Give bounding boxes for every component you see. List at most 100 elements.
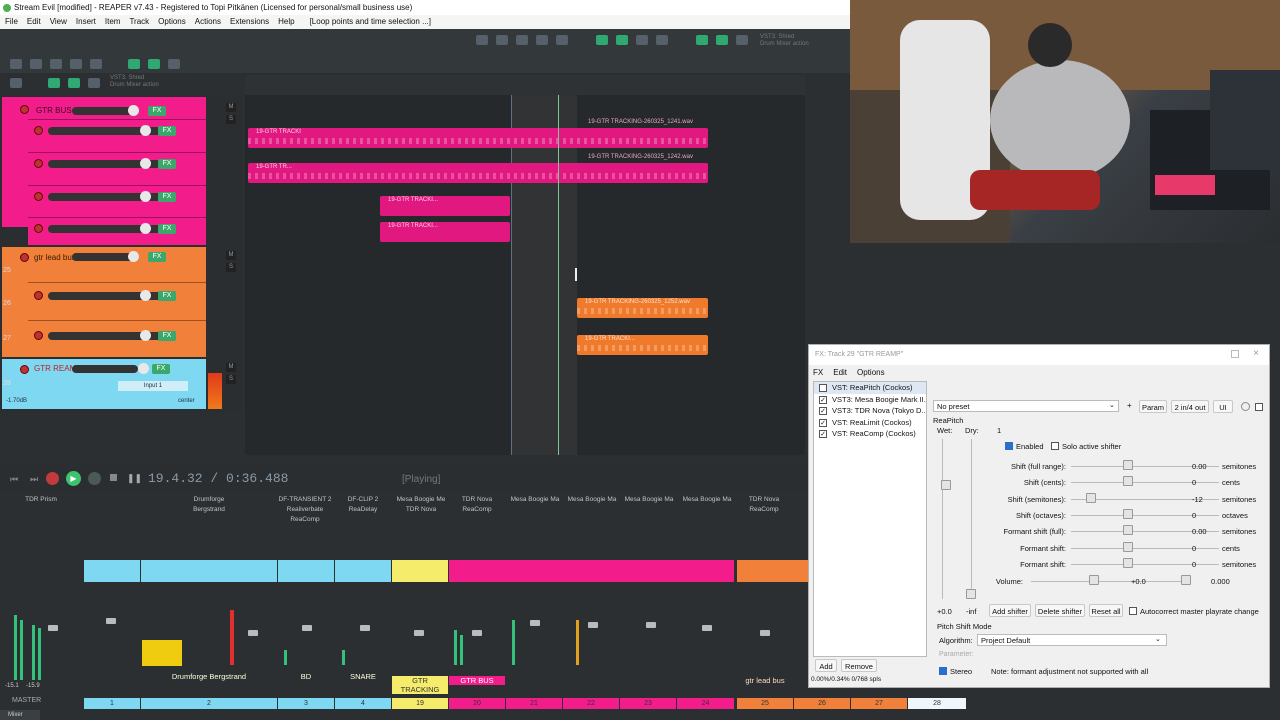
io-routing-button[interactable]: 2 in/4 out [1171, 400, 1209, 413]
track-fader[interactable] [302, 625, 312, 631]
mixer-strip-header[interactable] [392, 560, 448, 582]
mixer-tab[interactable]: Mixer [0, 710, 40, 720]
toolbar-action-icon[interactable] [516, 35, 528, 45]
toolbar-action-icon[interactable] [476, 35, 488, 45]
menu-track[interactable]: Track [129, 15, 149, 29]
mixer-fx-slot[interactable]: TDR Prism [12, 495, 70, 505]
fx-list-item[interactable]: ✓ VST3: Mesa Boogie Mark II... [814, 394, 926, 406]
enabled-checkbox[interactable] [1005, 442, 1013, 450]
snap-icon[interactable] [128, 59, 140, 69]
track-fader[interactable] [588, 622, 598, 628]
track-lead-child[interactable]: FX [28, 320, 206, 357]
delete-shifter-button[interactable]: Delete shifter [1035, 604, 1085, 617]
mixer-fx-slot[interactable]: TDR Nova ReaComp [735, 495, 793, 515]
param-value[interactable]: 0 [1192, 544, 1222, 553]
bypass-checkbox[interactable] [1255, 403, 1263, 411]
fx-button[interactable]: FX [158, 159, 176, 169]
undo-icon[interactable] [70, 59, 82, 69]
toolbar-action-icon[interactable] [596, 35, 608, 45]
maximize-icon[interactable] [1231, 350, 1239, 358]
fx-enable-checkbox[interactable]: ✓ [819, 430, 827, 438]
volume-slider[interactable] [48, 127, 170, 135]
go-to-start-icon[interactable]: ⏮ [10, 474, 18, 485]
track-name[interactable]: GTR BUS [36, 106, 72, 115]
mixer-fx-slot[interactable]: Mesa Boogie Ma [678, 495, 736, 505]
pan-knob[interactable] [140, 158, 151, 169]
fx-button[interactable]: FX [158, 224, 176, 234]
mixer-strip-name[interactable]: BD [278, 672, 334, 681]
mixer-fx-slot[interactable]: DF-CLIP 2 ReaDelay [334, 495, 392, 515]
autocorrect-checkbox[interactable] [1129, 607, 1137, 615]
param-value[interactable]: -12 [1192, 495, 1222, 504]
fx-button[interactable]: FX [158, 331, 176, 341]
fx-enable-checkbox[interactable]: ✓ [819, 407, 827, 415]
param-button[interactable]: Param [1139, 400, 1167, 413]
toolbar-action-icon[interactable] [616, 35, 628, 45]
fx-menu-fx[interactable]: FX [813, 368, 823, 377]
toolbar-action-icon[interactable] [556, 35, 568, 45]
wet-slider-track[interactable] [942, 439, 943, 599]
track-gtr-child[interactable]: FX [28, 185, 206, 217]
redo-icon[interactable] [90, 59, 102, 69]
menu-extensions[interactable]: Extensions [230, 15, 269, 29]
track-fader[interactable] [248, 630, 258, 636]
track-gtr-child[interactable]: FX [28, 152, 206, 184]
mixer-strip-name[interactable]: gtr lead bus [737, 676, 793, 685]
mixer-strip-header[interactable] [141, 560, 277, 582]
mixer-strip-header[interactable] [737, 560, 808, 582]
open-project-icon[interactable] [30, 59, 42, 69]
mixer-strip-header[interactable] [278, 560, 334, 582]
param-slider-thumb[interactable] [1123, 525, 1133, 535]
track-fader[interactable] [360, 625, 370, 631]
pause-button[interactable]: ❚❚ [127, 473, 142, 484]
go-to-end-icon[interactable]: ⏭ [30, 474, 38, 485]
fx-list-item[interactable]: VST: ReaPitch (Cockos) [814, 382, 926, 394]
fx-menu-options[interactable]: Options [857, 368, 885, 377]
mixer-strip-name[interactable]: GTR BUS [449, 676, 505, 685]
toolbar-action-icon[interactable] [716, 35, 728, 45]
add-fx-button[interactable]: Add [815, 659, 837, 672]
param-slider-thumb[interactable] [1123, 558, 1133, 568]
media-item[interactable]: 19-GTR TRACKI... [380, 196, 510, 216]
metronome-icon[interactable] [10, 78, 22, 88]
fx-list-item[interactable]: ✓ VST3: TDR Nova (Tokyo D... [814, 405, 926, 417]
fx-button[interactable]: FX [158, 192, 176, 202]
param-slider-thumb[interactable] [1123, 542, 1133, 552]
solo-shifter-checkbox[interactable] [1051, 442, 1059, 450]
fx-list-item[interactable]: ✓ VST: ReaLimit (Cockos) [814, 417, 926, 429]
toolbar-action-icon[interactable] [496, 35, 508, 45]
track-side-buttons[interactable]: MS [226, 251, 238, 281]
menu-options[interactable]: Options [158, 15, 186, 29]
ripple-icon[interactable] [168, 59, 180, 69]
menu-view[interactable]: View [50, 15, 67, 29]
menu-actions[interactable]: Actions [195, 15, 221, 29]
volume-slider[interactable] [72, 365, 138, 373]
menu-edit[interactable]: Edit [27, 15, 41, 29]
pan-knob[interactable] [140, 330, 151, 341]
track-name[interactable]: gtr lead bus [34, 253, 76, 262]
time-selection[interactable] [511, 95, 577, 455]
toolbar-action-icon[interactable] [656, 35, 668, 45]
media-item[interactable]: 19-GTR TRACKI... [577, 335, 708, 355]
fx-button[interactable]: FX [148, 106, 166, 116]
plugin-options-icon[interactable] [1241, 402, 1250, 411]
fx-button[interactable]: FX [158, 291, 176, 301]
media-item[interactable]: 19-GTR TR... [248, 163, 708, 183]
track-fader[interactable] [760, 630, 770, 636]
record-arm-button[interactable] [34, 224, 43, 233]
track-gtr-reamp[interactable]: GTR REAMP FX -1.70dB center Input 1 [2, 359, 206, 409]
mixer-strip-header[interactable] [449, 560, 734, 582]
param-value[interactable]: 0 [1192, 560, 1222, 569]
volume-right-value[interactable]: 0.000 [1211, 577, 1241, 586]
timeline-ruler[interactable] [245, 75, 805, 95]
menu-file[interactable]: File [5, 15, 18, 29]
track-fader[interactable] [414, 630, 424, 636]
chevron-down-icon[interactable]: ⌄ [1155, 635, 1161, 643]
track-gtr-child[interactable]: FX [28, 119, 206, 151]
record-button[interactable] [46, 472, 59, 485]
track-side-buttons[interactable]: MS [226, 363, 238, 393]
record-arm-button[interactable] [20, 365, 29, 374]
fx-enable-checkbox[interactable]: ✓ [819, 395, 827, 404]
fx-menu-edit[interactable]: Edit [833, 368, 847, 377]
preset-dropdown[interactable]: No preset [933, 400, 1119, 412]
